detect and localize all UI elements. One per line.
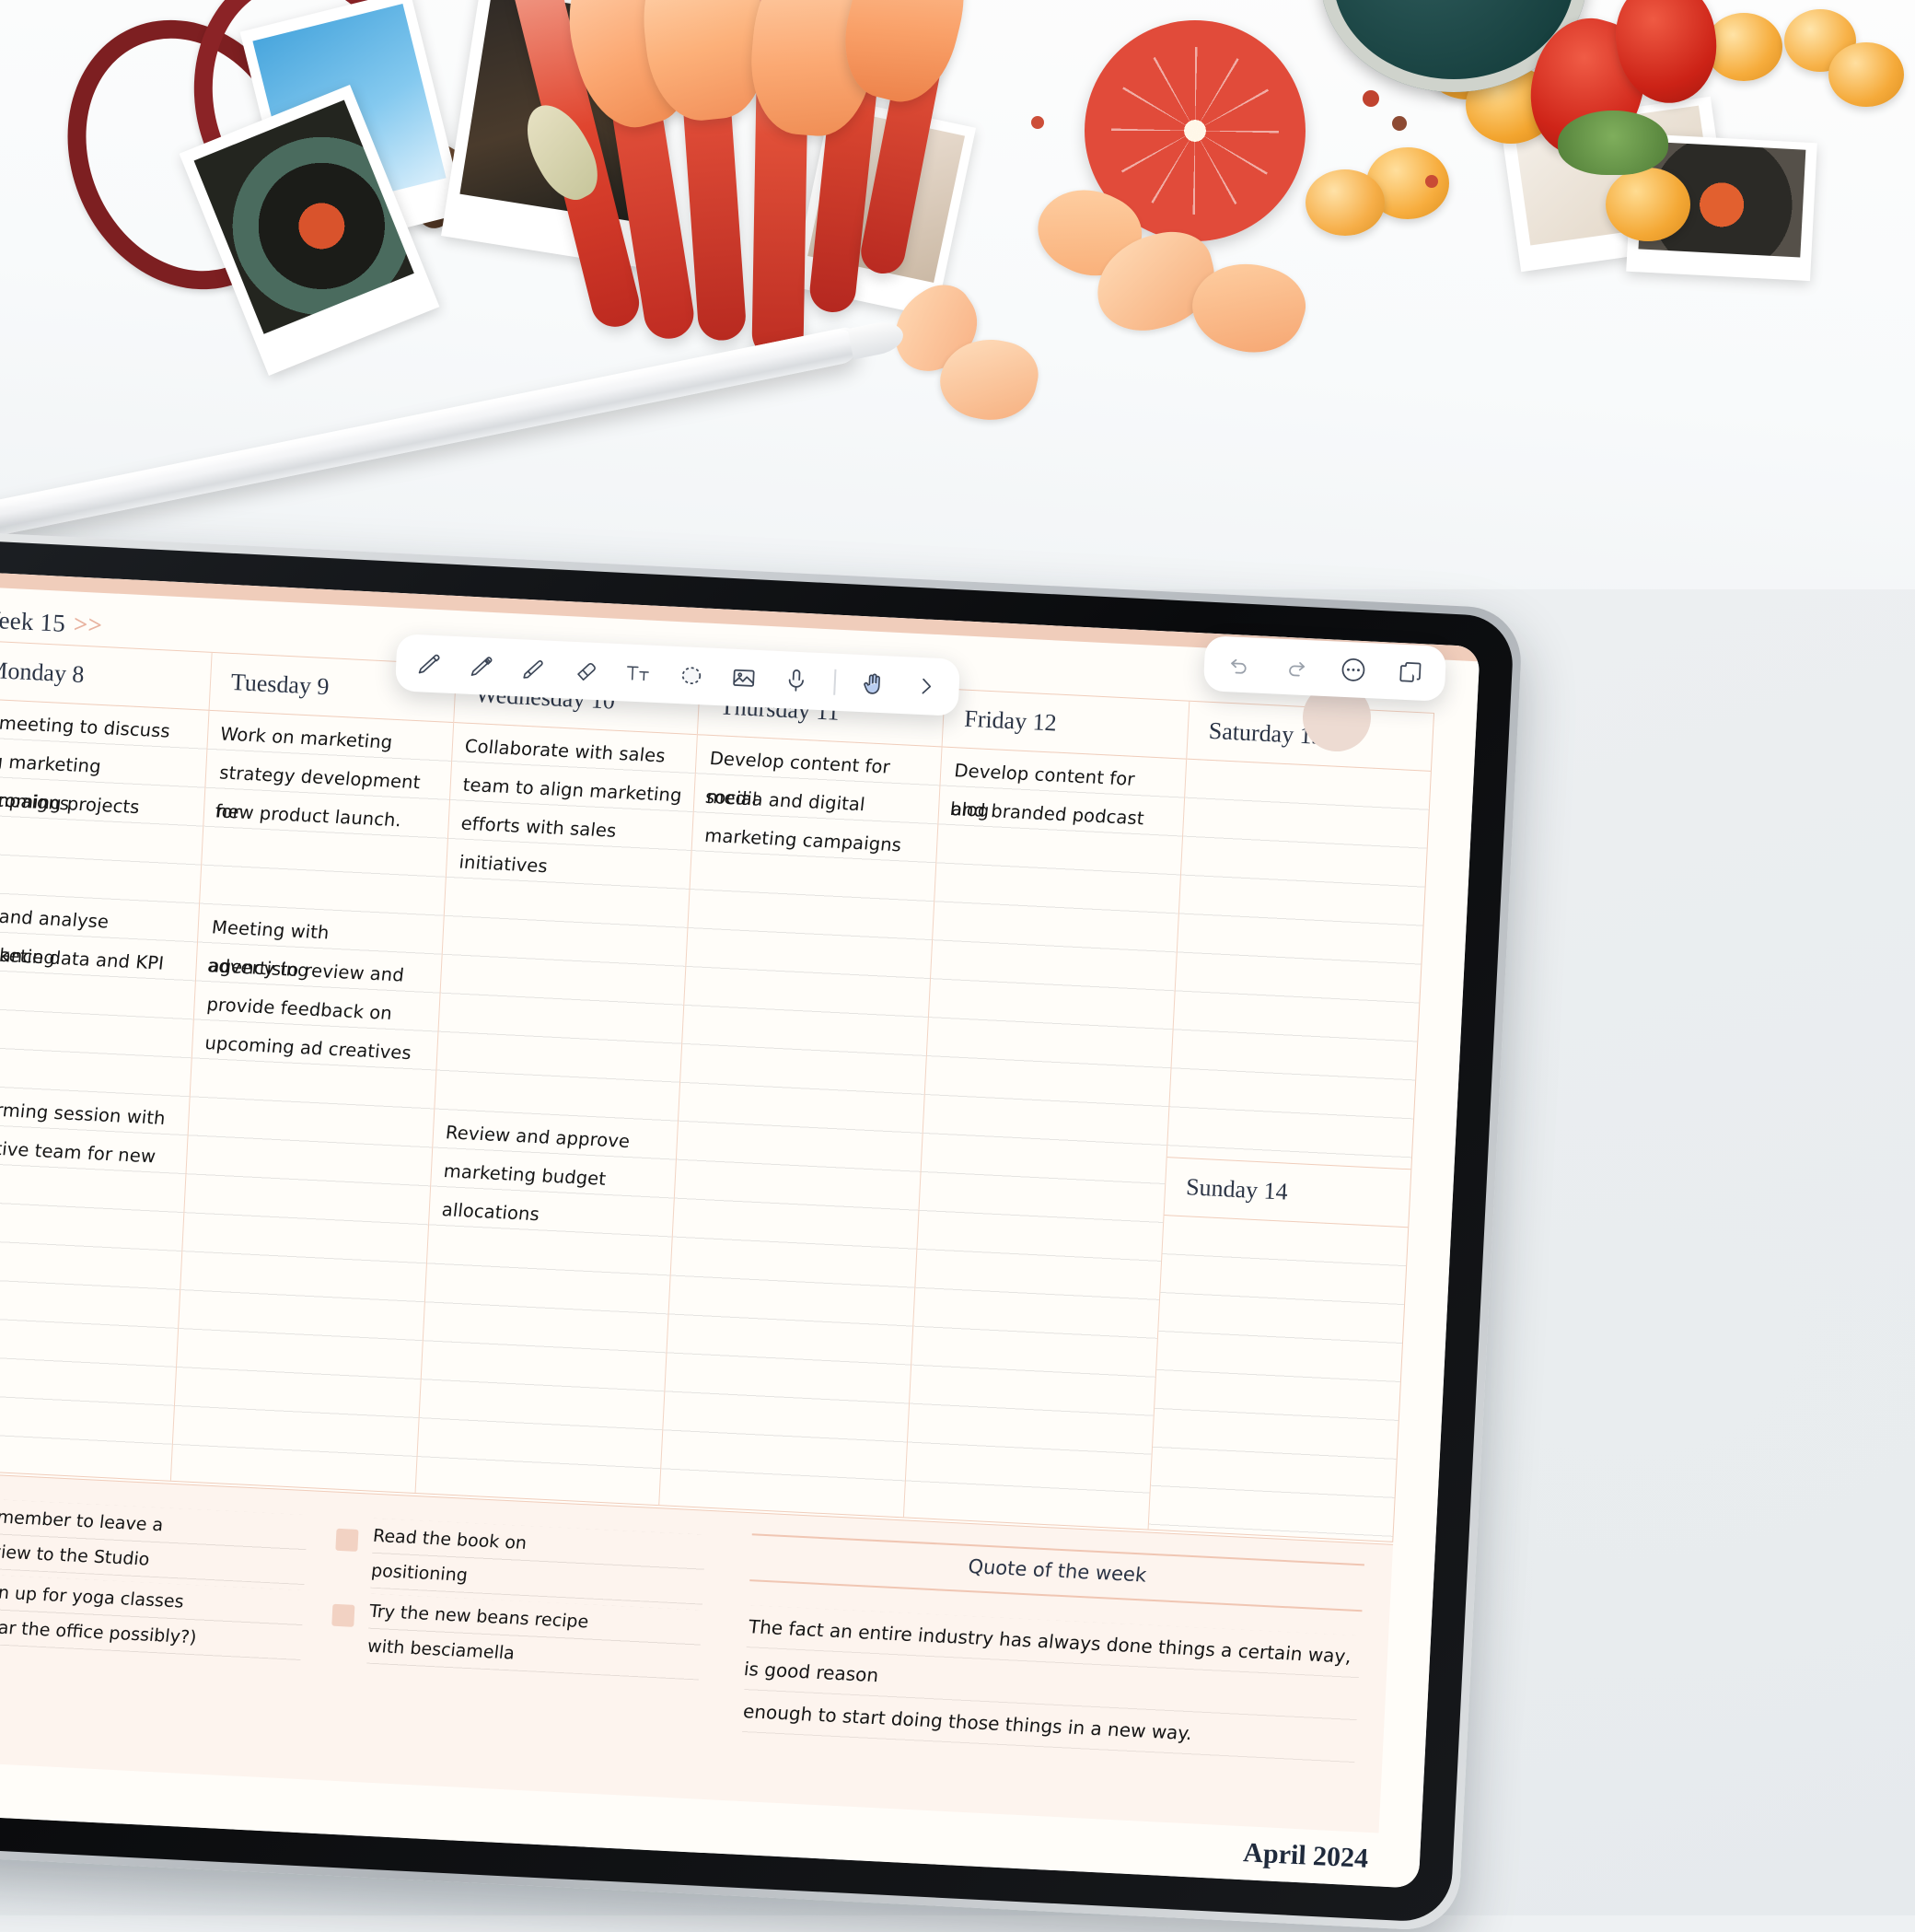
- thursday-column[interactable]: Thursday 11 Develop content for social m…: [659, 677, 946, 1518]
- quote-body[interactable]: The fact an entire industry has always d…: [741, 1605, 1362, 1775]
- pencil-icon[interactable]: [466, 650, 497, 682]
- eraser-icon[interactable]: [571, 655, 602, 687]
- strawberry-leaf: [1558, 111, 1668, 175]
- wednesday-column[interactable]: Wednesday 10 Collaborate with sales team…: [415, 665, 702, 1506]
- actions-toolbar[interactable]: [1202, 635, 1447, 702]
- planner-page: Week 15>> Monday 8 m meeting to discuss …: [0, 569, 1480, 1889]
- undo-icon[interactable]: [1224, 648, 1255, 681]
- week-label-text: Week 15: [0, 605, 66, 637]
- todo-column-one[interactable]: Remember to leave a review to the Studio…: [0, 1472, 323, 1779]
- saturday-body[interactable]: [1166, 759, 1431, 1170]
- todo-item[interactable]: Sign up for yoga classes (near the offic…: [0, 1572, 309, 1661]
- sunday-body[interactable]: [1148, 1216, 1409, 1542]
- monday-header: Monday 8: [0, 640, 212, 711]
- tuesday-column[interactable]: Tuesday 9 Work on marketing strategy dev…: [170, 652, 457, 1493]
- checkbox-icon[interactable]: [331, 1603, 355, 1627]
- todo-item[interactable]: Read the book on positioning: [326, 1516, 711, 1605]
- quote-section[interactable]: Quote of the week The fact an entire ind…: [707, 1512, 1393, 1833]
- next-week-arrows[interactable]: >>: [73, 610, 103, 639]
- toolbar-divider: [833, 669, 836, 695]
- thursday-body[interactable]: Develop content for social media and dig…: [659, 735, 942, 1518]
- insert-image-icon[interactable]: [728, 662, 760, 694]
- flatlay-photo-area: [0, 0, 1915, 589]
- friday-column[interactable]: Friday 12 Develop content for blog and b…: [904, 689, 1190, 1530]
- month-label: April 2024: [1242, 1837, 1369, 1874]
- pages-icon[interactable]: [1395, 657, 1426, 689]
- week-label[interactable]: Week 15 >>: [0, 605, 103, 640]
- todo-item[interactable]: Try the new beans recipe with besciamell…: [322, 1591, 707, 1681]
- friday-body[interactable]: Develop content for blog and branded pod…: [904, 747, 1187, 1530]
- weekend-column[interactable]: Saturday 13 Sunday 14: [1148, 701, 1433, 1542]
- week-grid: Monday 8 m meeting to discuss ing market…: [0, 639, 1435, 1542]
- todo-column-two[interactable]: Read the book on positioning Try the new…: [309, 1492, 722, 1799]
- audio-record-icon[interactable]: [781, 664, 812, 696]
- pen-icon[interactable]: [414, 647, 446, 680]
- hand-tool-icon[interactable]: [858, 668, 889, 700]
- checkbox-icon[interactable]: [335, 1528, 359, 1552]
- tuesday-body[interactable]: Work on marketing strategy development f…: [170, 710, 453, 1493]
- tablet-device: Week 15>> Monday 8 m meeting to discuss …: [0, 528, 1524, 1932]
- lasso-select-icon[interactable]: [676, 659, 707, 692]
- text-tool-icon[interactable]: [623, 657, 655, 689]
- wednesday-body[interactable]: Collaborate with sales team to align mar…: [415, 723, 698, 1506]
- highlighter-icon[interactable]: [518, 652, 550, 684]
- redo-icon[interactable]: [1281, 651, 1312, 683]
- more-options-icon[interactable]: [1338, 654, 1369, 686]
- todo-item[interactable]: Remember to leave a review to the Studio: [0, 1496, 313, 1586]
- expand-toolbar-icon[interactable]: [910, 670, 941, 703]
- tablet-screen[interactable]: Week 15>> Monday 8 m meeting to discuss …: [0, 569, 1480, 1889]
